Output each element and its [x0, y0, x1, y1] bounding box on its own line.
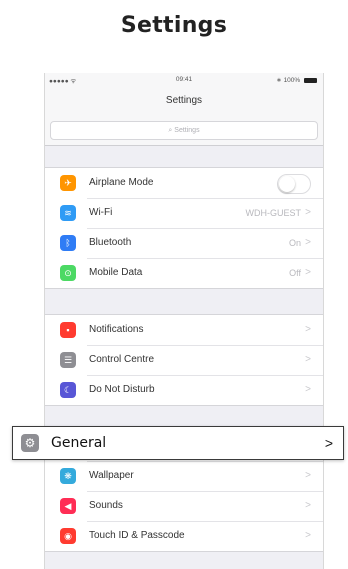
settings-row-label: Wallpaper: [89, 470, 134, 481]
settings-row-label: Notifications: [89, 324, 144, 335]
battery-percent: 100%: [283, 77, 301, 84]
settings-row-do-not-disturb[interactable]: ☾ Do Not Disturb >: [45, 375, 323, 405]
gear-icon: ⚙: [21, 434, 39, 452]
settings-row-airplane-mode[interactable]: ✈ Airplane Mode: [45, 168, 323, 198]
wallpaper-icon: ❋: [60, 468, 76, 484]
chevron-right-icon: >: [305, 500, 311, 511]
toggle-knob: [279, 176, 295, 192]
wifi-icon: ≋: [60, 205, 76, 221]
settings-row-value: Off: [289, 268, 301, 278]
search-bar: ⌕ Settings: [45, 115, 323, 146]
settings-row-label: Do Not Disturb: [89, 384, 155, 395]
settings-row-sounds[interactable]: ◀ Sounds >: [45, 491, 323, 521]
battery-icon: [304, 77, 317, 83]
notifications-icon: ▪: [60, 322, 76, 338]
settings-row-notifications[interactable]: ▪ Notifications >: [45, 315, 323, 345]
airplane-mode-toggle[interactable]: [277, 174, 311, 194]
chevron-right-icon: >: [305, 384, 311, 395]
chevron-right-icon: >: [305, 267, 311, 278]
settings-row-label: Airplane Mode: [89, 177, 154, 188]
bluetooth-icon: ᛒ: [60, 235, 76, 251]
chevron-right-icon: >: [305, 354, 311, 365]
settings-row-value: On: [288, 238, 301, 248]
settings-row-label: Bluetooth: [89, 237, 132, 248]
chevron-right-icon: >: [305, 237, 311, 248]
phone-screen: ●●●●● ᯤ 09:41 ∗ 100% Settings ⌕ Settings…: [44, 73, 324, 569]
settings-row-label: Mobile Data: [89, 267, 143, 278]
control-centre-icon: ☰: [60, 352, 76, 368]
settings-row-mobile-data[interactable]: ⊙ Mobile Data Off >: [45, 258, 323, 288]
battery-status: ∗ 100%: [276, 76, 317, 84]
settings-row-label: Wi-Fi: [89, 207, 113, 218]
settings-group-connectivity: ✈ Airplane Mode ≋ Wi-Fi WDH-GUEST > ᛒ Bluetooth…: [45, 167, 323, 289]
settings-row-label: Control Centre: [89, 354, 155, 365]
chevron-right-icon: >: [305, 207, 311, 218]
settings-row-touch-id-passcode[interactable]: ◉ Touch ID & Passcode >: [45, 521, 323, 551]
settings-row-wallpaper[interactable]: ❋ Wallpaper >: [45, 461, 323, 491]
touch-id-icon: ◉: [60, 528, 76, 544]
nav-title: Settings: [45, 87, 323, 115]
page-title: Settings: [120, 13, 228, 38]
chevron-right-icon: >: [305, 324, 311, 335]
general-label: General: [51, 435, 107, 451]
settings-row-label: Sounds: [89, 500, 123, 511]
chevron-right-icon: >: [324, 435, 333, 451]
bluetooth-status-icon: ∗: [276, 77, 282, 84]
settings-row-value: WDH-GUEST: [245, 208, 302, 218]
status-bar: ●●●●● ᯤ 09:41 ∗ 100%: [45, 73, 323, 87]
mobile-data-icon: ⊙: [60, 265, 76, 281]
sounds-icon: ◀: [60, 498, 76, 514]
search-input[interactable]: ⌕ Settings: [50, 121, 318, 140]
settings-row-control-centre[interactable]: ☰ Control Centre >: [45, 345, 323, 375]
settings-row-label: Touch ID & Passcode: [89, 530, 185, 541]
settings-group-notifications: ▪ Notifications > ☰ Control Centre > ☾ Do Not D…: [45, 314, 323, 406]
settings-row-bluetooth[interactable]: ᛒ Bluetooth On >: [45, 228, 323, 258]
general-row-highlight[interactable]: ⚙ General >: [12, 426, 344, 460]
settings-row-wi-fi[interactable]: ≋ Wi-Fi WDH-GUEST >: [45, 198, 323, 228]
chevron-right-icon: >: [305, 530, 311, 541]
moon-icon: ☾: [60, 382, 76, 398]
chevron-right-icon: >: [305, 470, 311, 481]
airplane-icon: ✈: [60, 175, 76, 191]
